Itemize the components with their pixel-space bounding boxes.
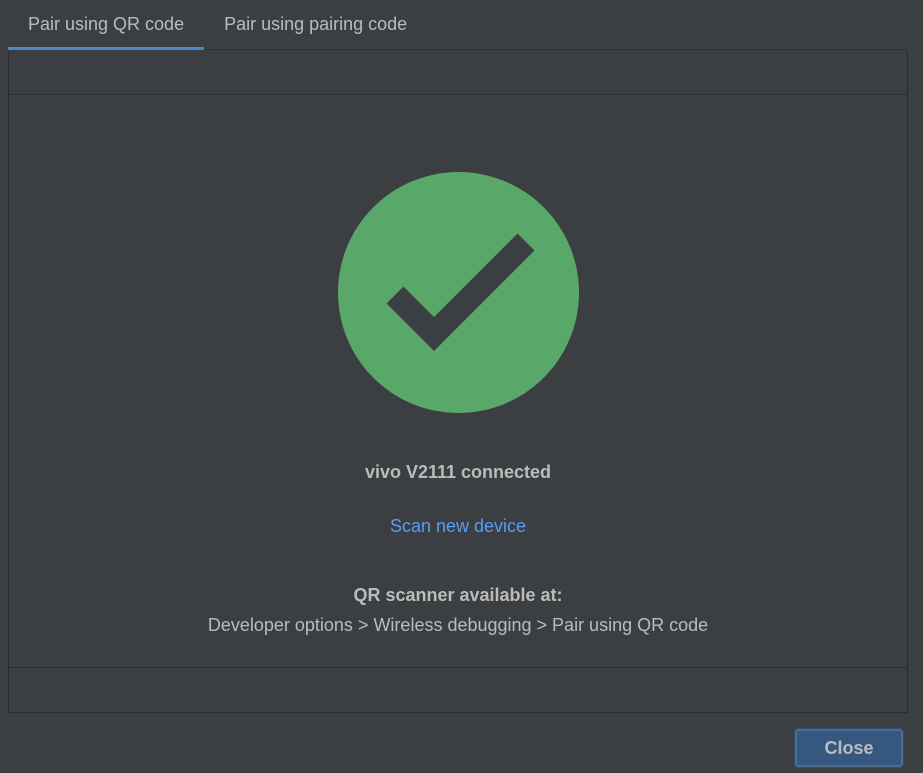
qr-scanner-path: Developer options > Wireless debugging >… (207, 615, 709, 635)
tab-pair-qr-code[interactable]: Pair using QR code (8, 0, 205, 50)
panel-footer-strip (9, 667, 907, 712)
check-circle-background (338, 172, 579, 413)
scan-new-device-link[interactable]: Scan new device (390, 516, 526, 536)
tab-label: Pair using pairing code (224, 14, 408, 34)
qr-pairing-panel: vivo V2111 connected Scan new device QR … (8, 50, 908, 713)
check-circle-icon (338, 172, 579, 413)
pair-devices-dialog: Pair using QR code Pair using pairing co… (0, 0, 923, 773)
close-button[interactable]: Close (795, 729, 903, 767)
scan-new-device-row: Scan new device (9, 516, 907, 537)
device-connected-message: vivo V2111 connected (364, 462, 552, 482)
tab-pair-pairing-code[interactable]: Pair using pairing code (204, 0, 427, 49)
qr-scanner-title: QR scanner available at: (353, 585, 563, 605)
tab-bar: Pair using QR code Pair using pairing co… (8, 0, 907, 50)
panel-header-strip (9, 50, 907, 95)
tab-label: Pair using QR code (28, 14, 185, 34)
